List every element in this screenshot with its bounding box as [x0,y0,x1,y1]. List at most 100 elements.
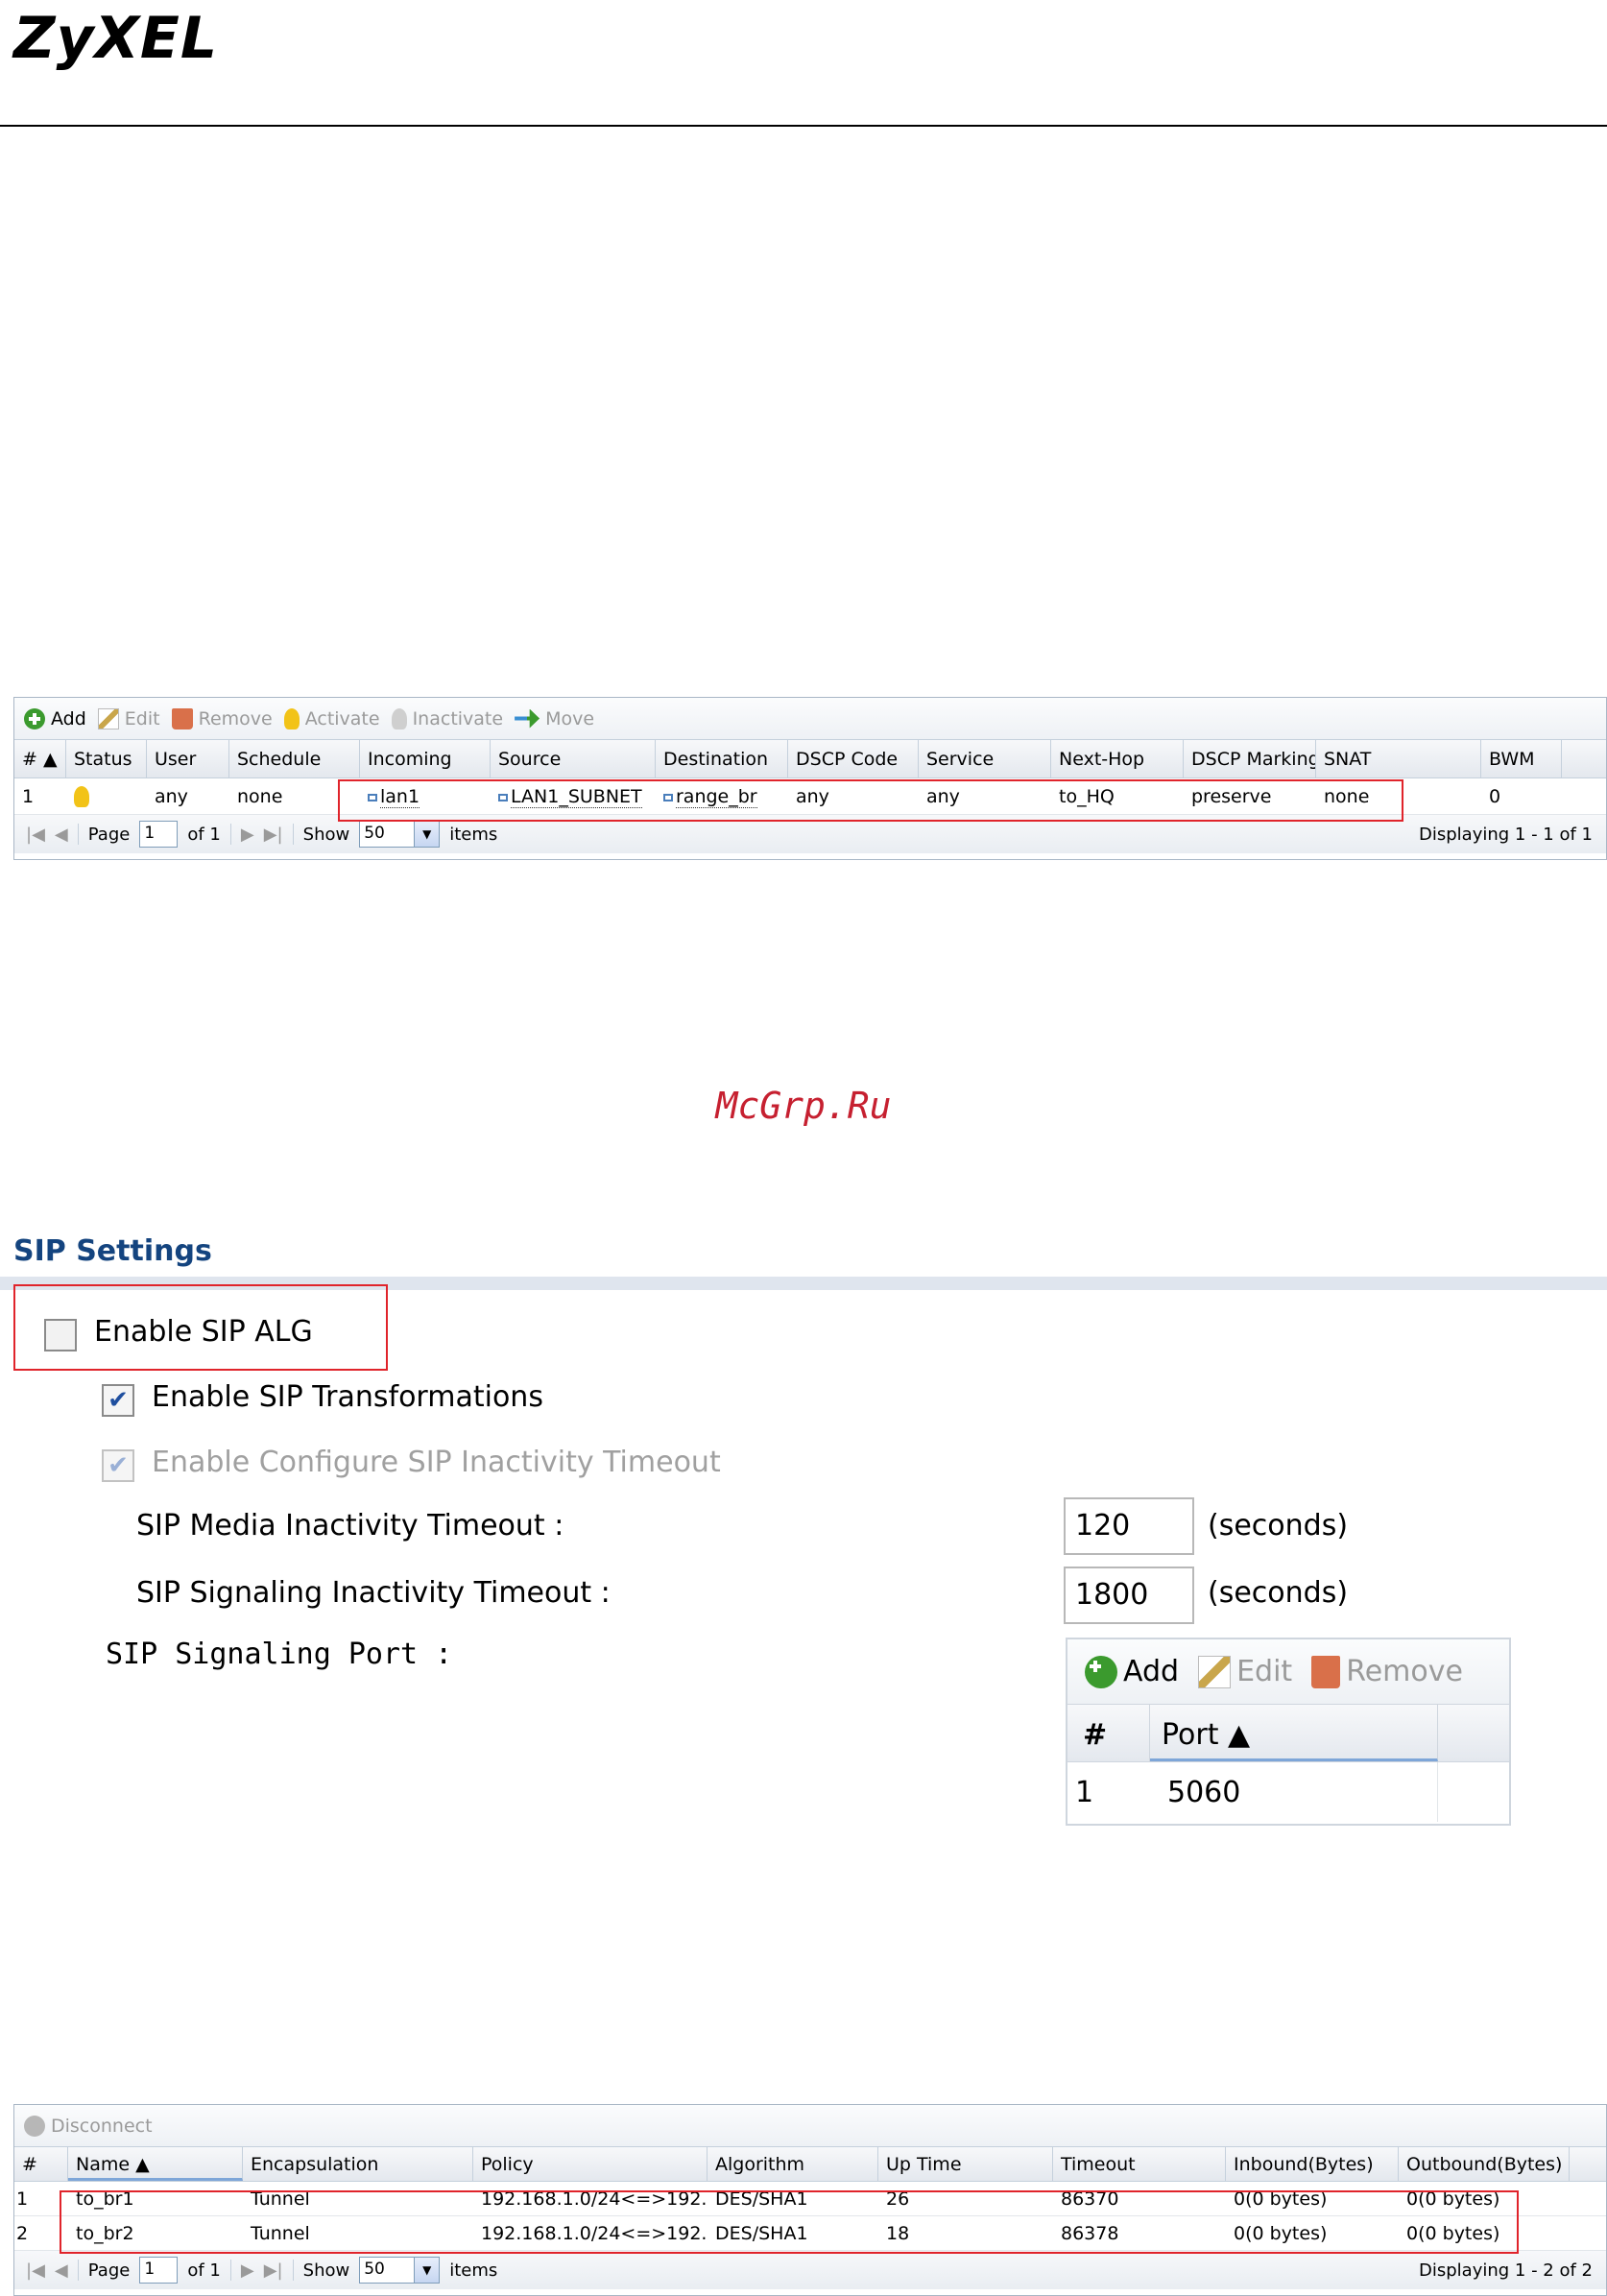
col-num[interactable]: # ▲ [14,740,66,777]
next-page-icon[interactable]: ▶ [241,2260,254,2281]
highlight-box [338,779,1403,822]
signal-timeout-input[interactable]: 1800 [1064,1567,1194,1624]
vpn-toolbar: Disconnect [14,2105,1606,2147]
bulb-off-icon [391,707,407,729]
remove-label: Remove [198,707,273,729]
page-label: Page [87,824,131,845]
col-bwm[interactable]: BWM [1481,740,1562,777]
port-toolbar: Add Edit Remove [1067,1639,1509,1705]
add-icon [24,707,45,729]
col-next-hop[interactable]: Next-Hop [1051,740,1184,777]
edit-icon [97,707,119,729]
cell-status [66,778,147,814]
pager-divider [77,824,79,845]
col-incoming[interactable]: Incoming [360,740,491,777]
col-schedule[interactable]: Schedule [229,740,360,777]
col-encapsulation[interactable]: Encapsulation [243,2147,473,2181]
show-label: Show [302,2260,350,2281]
enable-sip-transformations-checkbox[interactable] [102,1384,134,1417]
first-page-icon[interactable]: |◀ [26,2260,45,2281]
cell-num: 1 [22,786,35,807]
pager-divider [229,2260,231,2281]
move-button[interactable]: Move [515,708,594,729]
table-row[interactable]: 1 5060 [1067,1762,1509,1822]
vpn-grid-header: # Name ▲ Encapsulation Policy Algorithm … [14,2147,1606,2182]
port-remove-label: Remove [1346,1655,1463,1688]
media-timeout-input[interactable]: 120 [1064,1497,1194,1555]
bulb-on-icon[interactable] [74,786,89,807]
disconnect-button[interactable]: Disconnect [24,2115,153,2137]
page-count: of 1 [187,2260,221,2281]
prev-page-icon[interactable]: ◀ [55,825,68,845]
col-snat[interactable]: SNAT [1316,740,1481,777]
port-add-button[interactable]: Add [1085,1655,1179,1688]
col-source[interactable]: Source [491,740,656,777]
col-uptime[interactable]: Up Time [878,2147,1053,2181]
policy-route-grid: Add Edit Remove Activate Inactivate Move… [13,697,1607,860]
media-timeout-label: SIP Media Inactivity Timeout : [136,1509,564,1543]
page-input[interactable]: 1 [139,2257,179,2284]
col-dscp-marking[interactable]: DSCP Marking [1184,740,1316,777]
enable-sip-alg-label: Enable SIP ALG [94,1315,313,1349]
enable-sip-alg-checkbox[interactable] [44,1319,77,1351]
edit-button[interactable]: Edit [97,707,160,729]
col-dscp-code[interactable]: DSCP Code [788,740,919,777]
move-icon [515,708,540,729]
page-size-select[interactable]: 50 ▼ [359,2257,441,2284]
prev-page-icon[interactable]: ◀ [55,2260,68,2281]
col-outbound[interactable]: Outbound(Bytes) [1399,2147,1570,2181]
col-user[interactable]: User [147,740,229,777]
last-page-icon[interactable]: ▶| [264,2260,283,2281]
cell-port: 5060 [1150,1762,1438,1822]
page-label: Page [87,2260,131,2281]
col-timeout[interactable]: Timeout [1053,2147,1226,2181]
inactivate-button[interactable]: Inactivate [391,707,504,729]
enable-inactivity-timeout-label: Enable Configure SIP Inactivity Timeout [152,1446,721,1479]
col-num[interactable]: # [1067,1705,1150,1761]
add-icon [1085,1655,1117,1688]
port-edit-button[interactable]: Edit [1198,1655,1292,1688]
items-label: items [449,824,498,845]
enable-sip-transformations-label: Enable SIP Transformations [152,1380,543,1414]
signal-timeout-label: SIP Signaling Inactivity Timeout : [136,1576,611,1610]
remove-icon [1311,1655,1341,1688]
activate-label: Activate [304,707,380,729]
col-service[interactable]: Service [919,740,1051,777]
col-name[interactable]: Name ▲ [68,2147,243,2181]
col-algorithm[interactable]: Algorithm [708,2147,878,2181]
remove-icon [171,707,193,729]
chevron-down-icon[interactable]: ▼ [414,2258,440,2283]
page-size-value: 50 [364,2260,385,2279]
section-title: SIP Settings [13,1234,212,1268]
edit-icon [1198,1655,1232,1688]
header-divider [0,125,1607,127]
page-input[interactable]: 1 [139,821,179,848]
page-count: of 1 [187,824,221,845]
add-button[interactable]: Add [24,707,86,729]
pager-divider [292,824,294,845]
first-page-icon[interactable]: |◀ [26,825,45,845]
enable-inactivity-timeout-checkbox[interactable] [102,1449,134,1482]
activate-button[interactable]: Activate [283,707,380,729]
add-label: Add [51,707,86,729]
col-num[interactable]: # [14,2147,68,2181]
col-destination[interactable]: Destination [656,740,788,777]
last-page-icon[interactable]: ▶| [264,825,283,845]
port-add-label: Add [1123,1655,1180,1688]
zyxel-logo: ZyXEL [13,5,219,72]
port-remove-button[interactable]: Remove [1311,1655,1463,1688]
col-inbound[interactable]: Inbound(Bytes) [1226,2147,1399,2181]
next-page-icon[interactable]: ▶ [241,825,254,845]
pager-divider [229,824,231,845]
signal-port-grid: Add Edit Remove # Port ▲ 1 5060 [1066,1638,1511,1826]
col-port[interactable]: Port ▲ [1150,1705,1438,1761]
policy-grid-header: # ▲ Status User Schedule Incoming Source… [14,740,1606,778]
page-size-select[interactable]: 50 ▼ [359,821,441,848]
port-edit-label: Edit [1236,1655,1293,1688]
chevron-down-icon[interactable]: ▼ [414,822,440,847]
cell-user: any [155,786,188,807]
inactivate-label: Inactivate [412,707,504,729]
remove-button[interactable]: Remove [171,707,273,729]
col-policy[interactable]: Policy [473,2147,708,2181]
col-status[interactable]: Status [66,740,147,777]
